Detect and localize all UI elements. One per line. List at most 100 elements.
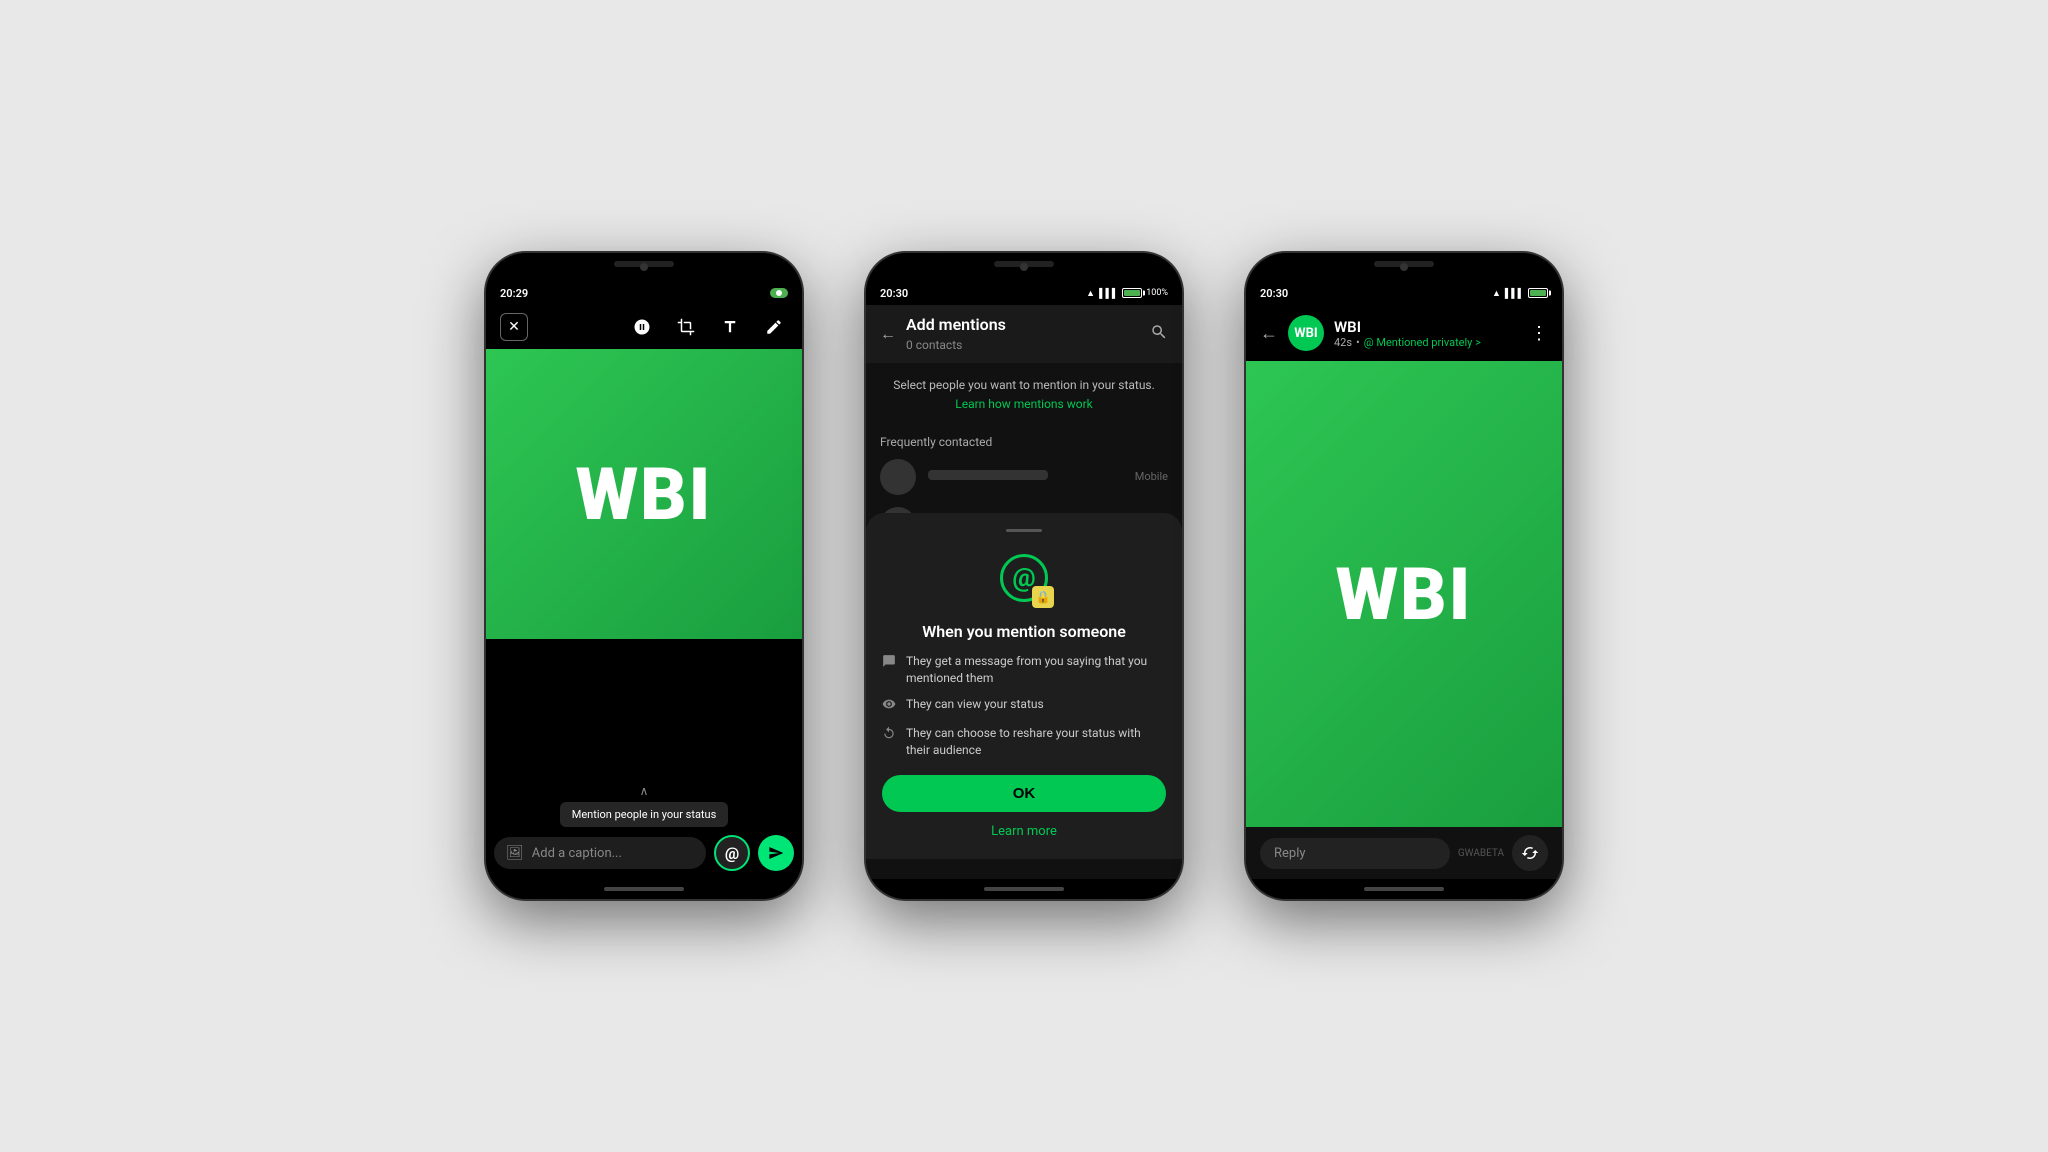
- sheet-point-1: They get a message from you saying that …: [882, 653, 1166, 687]
- phone-3-camera: [1400, 263, 1408, 271]
- point-text-1: They get a message from you saying that …: [906, 653, 1166, 687]
- contact-avatar-1: [880, 459, 916, 495]
- phone-3: 20:30 ▲ ▌▌▌ ← WBI WBI 42s •: [1244, 251, 1564, 901]
- caption-input[interactable]: 🖼 Add a caption...: [494, 837, 706, 869]
- time-ago: 42s: [1334, 336, 1352, 349]
- phone-2-header: ← Add mentions 0 contacts: [866, 305, 1182, 363]
- toolbar-icons: [628, 313, 788, 341]
- phone-1-home-bar: [486, 879, 802, 899]
- phone-1-camera: [640, 263, 648, 271]
- contact-type-1: Mobile: [1135, 470, 1168, 483]
- wifi-icon: ▲: [1086, 288, 1095, 299]
- phone-3-avatar: WBI: [1288, 315, 1324, 351]
- phone-3-name: WBI: [1334, 318, 1520, 336]
- battery-fill-p3: [1530, 290, 1546, 296]
- wifi-icon-p3: ▲: [1492, 288, 1501, 299]
- phone-2: 20:30 ▲ ▌▌▌ 100% ← Add mentions 0 contac…: [864, 251, 1184, 901]
- sheet-handle: [1006, 529, 1042, 532]
- mention-at-button[interactable]: @: [714, 835, 750, 871]
- lock-badge-icon: 🔒: [1032, 586, 1054, 608]
- signal-icon-p3: ▌▌▌: [1505, 288, 1524, 299]
- phone-3-header-info: WBI 42s • @ Mentioned privately >: [1334, 318, 1520, 349]
- contact-row-1: Mobile: [866, 453, 1182, 501]
- point-text-2: They can view your status: [906, 696, 1044, 713]
- more-options-icon[interactable]: ⋮: [1530, 323, 1548, 344]
- mentioned-privately-badge[interactable]: @ Mentioned privately >: [1364, 336, 1481, 349]
- reply-input[interactable]: Reply: [1260, 838, 1450, 869]
- phone-1-bottom: ∧ Mention people in your status 🖼 Add a …: [486, 639, 802, 879]
- battery-icon-p3: [1528, 288, 1548, 298]
- contact-info-1: [928, 470, 1123, 484]
- phone-1-notch: [486, 253, 802, 281]
- phone-2-time: 20:30: [880, 287, 908, 300]
- message-icon: [882, 654, 896, 672]
- phone-3-wbi-image: WBI: [1246, 361, 1562, 827]
- reshare-icon: [882, 726, 896, 744]
- phone-3-status-bar: 20:30 ▲ ▌▌▌: [1246, 281, 1562, 305]
- phone-1-screen: 20:29 ✕: [486, 281, 802, 879]
- reshare-button[interactable]: [1512, 835, 1548, 871]
- phone-3-notch: [1246, 253, 1562, 281]
- caption-bar: 🖼 Add a caption... @: [494, 835, 794, 871]
- phone-3-status-icons: ▲ ▌▌▌: [1492, 288, 1548, 299]
- sheet-point-2: They can view your status: [882, 696, 1166, 715]
- phone-1-toolbar: ✕: [486, 305, 802, 349]
- mention-tooltip: Mention people in your status: [560, 802, 729, 827]
- draw-icon-btn[interactable]: [760, 313, 788, 341]
- battery-green-pill: [770, 288, 788, 298]
- signal-icon: ▌▌▌: [1099, 288, 1118, 299]
- phone-2-home-bar: [866, 879, 1182, 899]
- sheet-point-3: They can choose to reshare your status w…: [882, 725, 1166, 759]
- text-icon-btn[interactable]: [716, 313, 744, 341]
- phone-1: 20:29 ✕: [484, 251, 804, 901]
- phone-2-info-text: Select people you want to mention in you…: [866, 363, 1182, 427]
- phone-1-status-bar: 20:29: [486, 281, 802, 305]
- phone-1-wbi-logo: WBI: [576, 452, 713, 537]
- phone-2-header-title: Add mentions 0 contacts: [906, 315, 1140, 353]
- sticker-icon-btn[interactable]: [628, 313, 656, 341]
- phone-3-bottom: Reply GWABETA: [1246, 827, 1562, 879]
- phone-2-bottom-sheet: @ 🔒 When you mention someone They get a …: [866, 513, 1182, 859]
- view-icon: [882, 697, 896, 715]
- crop-icon-btn[interactable]: [672, 313, 700, 341]
- phone-3-screen: 20:30 ▲ ▌▌▌ ← WBI WBI 42s •: [1246, 281, 1562, 879]
- battery-percent: 100%: [1146, 288, 1168, 298]
- phone-3-wbi-logo: WBI: [1336, 552, 1473, 637]
- send-button[interactable]: [758, 835, 794, 871]
- watermark-text: GWABETA: [1458, 848, 1504, 859]
- phone-2-status-icons: ▲ ▌▌▌ 100%: [1086, 288, 1168, 299]
- battery-fill: [1124, 290, 1140, 296]
- contacts-count: 0 contacts: [906, 338, 962, 352]
- back-arrow-p3[interactable]: ←: [1260, 323, 1278, 344]
- sheet-points: They get a message from you saying that …: [882, 653, 1166, 759]
- battery-dot: [776, 290, 782, 296]
- caption-placeholder: Add a caption...: [532, 846, 694, 861]
- image-icon: 🖼: [506, 845, 524, 861]
- chevron-up-icon: ∧: [494, 784, 794, 802]
- phone-2-status-bar: 20:30 ▲ ▌▌▌ 100%: [866, 281, 1182, 305]
- back-arrow-icon[interactable]: ←: [880, 324, 896, 344]
- phone-3-sub: 42s • @ Mentioned privately >: [1334, 336, 1520, 349]
- phone-1-time: 20:29: [500, 287, 528, 300]
- ok-button[interactable]: OK: [882, 775, 1166, 812]
- dot-separator: •: [1356, 336, 1360, 349]
- point-text-3: They can choose to reshare your status w…: [906, 725, 1166, 759]
- sheet-title: When you mention someone: [882, 622, 1166, 641]
- phone-1-status-icons: [770, 288, 788, 298]
- phone-2-notch: [866, 253, 1182, 281]
- phone-3-home-bar: [1246, 879, 1562, 899]
- close-button[interactable]: ✕: [500, 313, 528, 341]
- learn-mentions-link[interactable]: Learn how mentions work: [880, 396, 1168, 413]
- phone-3-time: 20:30: [1260, 287, 1288, 300]
- phone-2-camera: [1020, 263, 1028, 271]
- contact-name-1: [928, 470, 1048, 480]
- phone-2-screen: 20:30 ▲ ▌▌▌ 100% ← Add mentions 0 contac…: [866, 281, 1182, 879]
- frequently-contacted-label: Frequently contacted: [866, 427, 1182, 453]
- learn-more-link[interactable]: Learn more: [882, 820, 1166, 843]
- add-mentions-title: Add mentions: [906, 315, 1140, 334]
- phone-3-header: ← WBI WBI 42s • @ Mentioned privately > …: [1246, 305, 1562, 361]
- mention-big-icon: @ 🔒: [994, 548, 1054, 608]
- battery-icon: [1122, 288, 1142, 298]
- phone-1-wbi-image: WBI: [486, 349, 802, 639]
- search-icon-btn[interactable]: [1150, 323, 1168, 346]
